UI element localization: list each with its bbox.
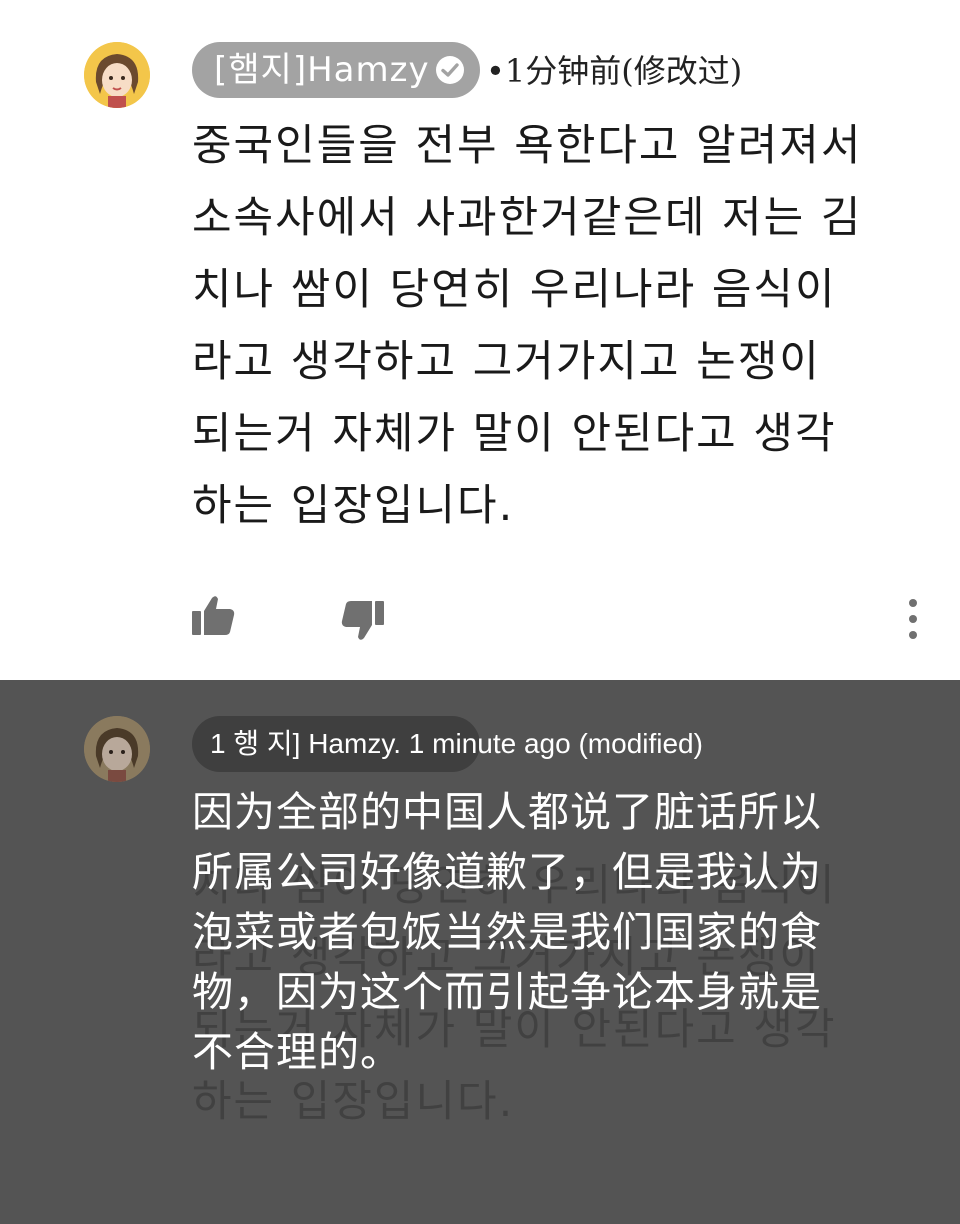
comment-body: 중국인들을 전부 욕한다고 알려져서 소속사에서 사과한거같은데 저는 김 치나… [192,110,932,542]
translation-overlay: 치나 쌈이 당연히 우리나라 음식이 라고 생각하고 그거가지고 논쟁이 되는거… [0,680,960,1224]
dislike-icon[interactable] [340,598,386,642]
more-vert-icon[interactable] [900,596,926,642]
author-badge[interactable]: [햄지]Hamzy [192,42,480,98]
avatar[interactable] [84,716,150,782]
avatar[interactable] [84,42,150,108]
avatar-illustration [84,716,150,782]
comment-line: 되는거 자체가 말이 안된다고 생각 [192,409,837,459]
like-icon[interactable] [190,594,236,638]
original-comment: [햄지]Hamzy •1分钟前(修改过) 중국인들을 전부 욕한다고 알려져서 … [0,0,960,680]
comment-line: 라고 생각하고 그거가지고 논쟁이 [192,337,821,387]
comment-line: 하는 입장입니다. [192,481,515,531]
translated-meta: 1 행 지] Hamzy. 1 minute ago (modified) [210,728,703,759]
translated-line: 不合理的。 [192,1028,402,1076]
translated-comment-body: 因为全部的中国人都说了脏话所以 所属公司好像道歉了，但是我认为 泡菜或者包饭当然… [192,782,932,1082]
author-name[interactable]: [햄지]Hamzy [214,50,430,90]
comment-line: 중국인들을 전부 욕한다고 알려져서 [192,121,863,171]
comment-timestamp: •1分钟前(修改过) [486,52,743,90]
translated-line: 泡菜或者包饭当然是我们国家的食 [192,908,822,956]
verified-icon [436,56,464,84]
avatar-illustration [84,42,150,108]
translated-line: 因为全部的中国人都说了脏话所以 [192,788,822,836]
translated-line: 物，因为这个而引起争论本身就是 [192,968,822,1016]
comment-line: 치나 쌈이 당연히 우리나라 음식이 [192,265,837,315]
comment-line: 소속사에서 사과한거같은데 저는 김 [192,193,863,243]
translated-line: 所属公司好像道歉了，但是我认为 [192,848,822,896]
